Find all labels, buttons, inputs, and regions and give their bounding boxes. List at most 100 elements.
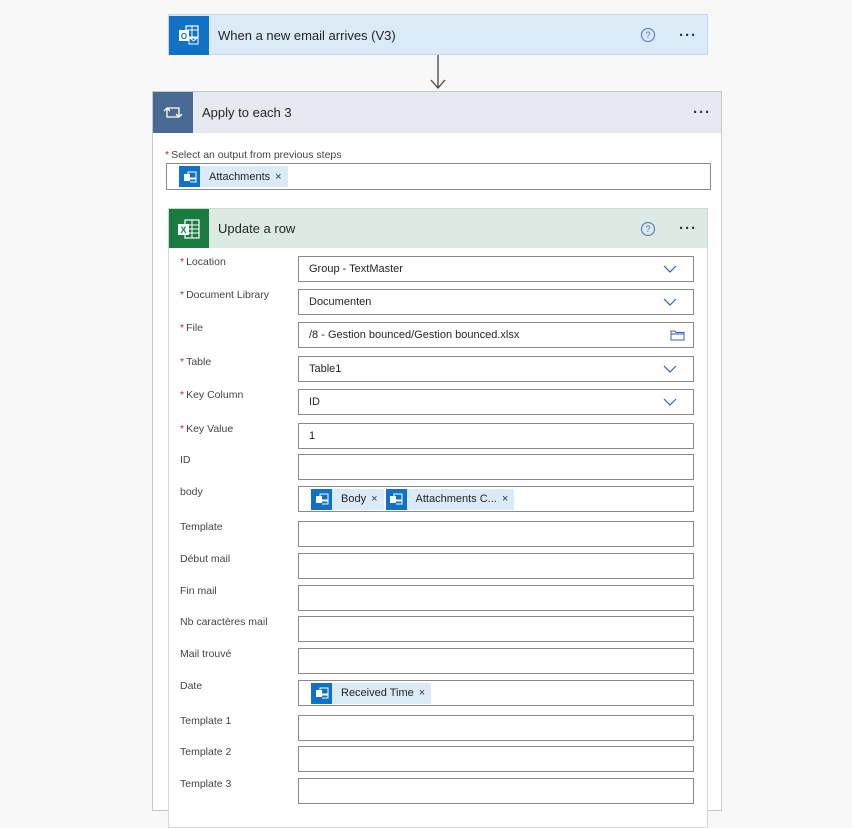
- more-options-icon[interactable]: ···: [693, 105, 711, 120]
- chevron-down-icon[interactable]: [663, 365, 693, 373]
- field-row: * File/8 - Gestion bounced/Gestion bounce…: [169, 322, 709, 348]
- debut-mail-input[interactable]: [298, 553, 694, 579]
- field-label-text: Template 1: [180, 715, 232, 727]
- field-row: Template: [169, 521, 709, 547]
- field-label: Date: [180, 680, 202, 692]
- token-attachments[interactable]: Attachments ×: [179, 166, 288, 187]
- select-output-input[interactable]: Attachments ×: [166, 163, 711, 190]
- apply-to-each-title[interactable]: Apply to each 3: [193, 105, 693, 120]
- more-options-icon[interactable]: ···: [679, 221, 697, 236]
- field-value: 1: [309, 430, 316, 442]
- field-row: Template 3: [169, 778, 709, 804]
- trigger-header[interactable]: O When a new email arrives (V3) ? ···: [169, 15, 707, 55]
- remove-token-icon[interactable]: ×: [275, 171, 287, 183]
- field-label-text: ID: [180, 454, 191, 466]
- outlook-icon: O: [169, 15, 209, 55]
- excel-icon: X: [169, 209, 209, 248]
- field-label-text: Table: [186, 356, 212, 368]
- date-input[interactable]: Received Time ×: [298, 680, 694, 706]
- mail-trouve-input[interactable]: [298, 648, 694, 674]
- field-label: * Table: [180, 356, 211, 368]
- field-label-text: body: [180, 486, 203, 498]
- field-row: Date Received Time ×: [169, 680, 709, 706]
- id-input[interactable]: [298, 454, 694, 480]
- field-row: * Table Table1: [169, 356, 709, 382]
- field-label-text: Début mail: [180, 553, 231, 565]
- apply-to-each-header[interactable]: Apply to each 3 ···: [153, 92, 721, 133]
- field-label: Template 1: [180, 715, 231, 727]
- key-value-input[interactable]: 1: [298, 423, 694, 449]
- field-label-text: Key Column: [186, 389, 244, 401]
- loop-icon: [153, 92, 193, 133]
- file-picker[interactable]: /8 - Gestion bounced/Gestion bounced.xls…: [298, 322, 694, 348]
- remove-token-icon[interactable]: ×: [502, 493, 514, 505]
- field-label: * File: [180, 322, 203, 334]
- field-label: * Key Value: [180, 423, 233, 435]
- field-row: Template 1: [169, 715, 709, 741]
- field-label-text: Nb caractères mail: [180, 616, 268, 628]
- field-label: Fin mail: [180, 585, 217, 597]
- update-a-row-title[interactable]: Update a row: [209, 221, 641, 236]
- location-dropdown[interactable]: Group - TextMaster: [298, 256, 694, 282]
- table-dropdown[interactable]: Table1: [298, 356, 694, 382]
- field-row: Début mail: [169, 553, 709, 579]
- field-label-text: Document Library: [186, 289, 269, 301]
- field-value: Table1: [309, 363, 342, 375]
- token[interactable]: Body ×: [311, 488, 384, 510]
- field-label-text: Key Value: [186, 423, 234, 435]
- more-options-icon[interactable]: ···: [679, 28, 697, 43]
- update-a-row-card: X Update a row ? ··· * Location Group - Te…: [168, 208, 708, 828]
- field-label: ID: [180, 454, 191, 466]
- required-mark: *: [180, 256, 185, 268]
- field-row: ID: [169, 454, 709, 480]
- trigger-title[interactable]: When a new email arrives (V3): [209, 28, 641, 43]
- template-3-input[interactable]: [298, 778, 694, 804]
- field-value: Documenten: [309, 296, 372, 308]
- field-value: /8 - Gestion bounced/Gestion bounced.xls…: [309, 329, 520, 341]
- trigger-card[interactable]: O When a new email arrives (V3) ? ···: [168, 14, 708, 55]
- folder-icon[interactable]: [670, 329, 693, 341]
- field-label: Template: [180, 521, 223, 533]
- required-mark: *: [180, 389, 185, 401]
- chevron-down-icon[interactable]: [663, 298, 693, 306]
- field-row: Nb caractères mail: [169, 616, 709, 642]
- update-a-row-header[interactable]: X Update a row ? ···: [169, 209, 707, 248]
- nb-caracteres-mail-input[interactable]: [298, 616, 694, 642]
- field-label-text: Fin mail: [180, 585, 217, 597]
- outlook-icon: [311, 682, 332, 704]
- field-label: Template 3: [180, 778, 231, 790]
- field-row: * Key Column ID: [169, 389, 709, 415]
- fin-mail-input[interactable]: [298, 585, 694, 611]
- token[interactable]: Received Time ×: [311, 682, 432, 704]
- template-input[interactable]: [298, 521, 694, 547]
- field-row: Fin mail: [169, 585, 709, 611]
- field-value: ID: [309, 396, 320, 408]
- select-output-label-text: Select an output from previous steps: [171, 149, 342, 161]
- field-row: * Key Value 1: [169, 423, 709, 449]
- chevron-down-icon[interactable]: [663, 398, 693, 406]
- help-icon[interactable]: ?: [641, 221, 655, 236]
- template-1-input[interactable]: [298, 715, 694, 741]
- remove-token-icon[interactable]: ×: [371, 493, 383, 505]
- field-label-text: Mail trouvé: [180, 648, 232, 660]
- field-label: * Key Column: [180, 389, 243, 401]
- token[interactable]: Attachments C... ×: [385, 488, 515, 510]
- template-2-input[interactable]: [298, 746, 694, 772]
- field-row: Template 2: [169, 746, 709, 772]
- required-mark: *: [180, 322, 185, 334]
- apply-to-each-card: Apply to each 3 ··· * Select an output fr…: [152, 91, 722, 828]
- chevron-down-icon[interactable]: [663, 265, 693, 273]
- field-row: * Location Group - TextMaster: [169, 256, 709, 282]
- remove-token-icon[interactable]: ×: [419, 687, 431, 699]
- body-input[interactable]: Body × Attachments C... ×: [298, 486, 694, 512]
- document-library-dropdown[interactable]: Documenten: [298, 289, 694, 315]
- field-value: Group - TextMaster: [309, 263, 403, 275]
- field-label-text: Template 3: [180, 778, 232, 790]
- field-row: Mail trouvé: [169, 648, 709, 674]
- field-row: * Document Library Documenten: [169, 289, 709, 315]
- token-label: Body: [341, 493, 367, 505]
- field-label-text: Template 2: [180, 746, 232, 758]
- key-column-dropdown[interactable]: ID: [298, 389, 694, 415]
- help-icon[interactable]: ?: [641, 28, 655, 42]
- outlook-icon: [179, 166, 200, 187]
